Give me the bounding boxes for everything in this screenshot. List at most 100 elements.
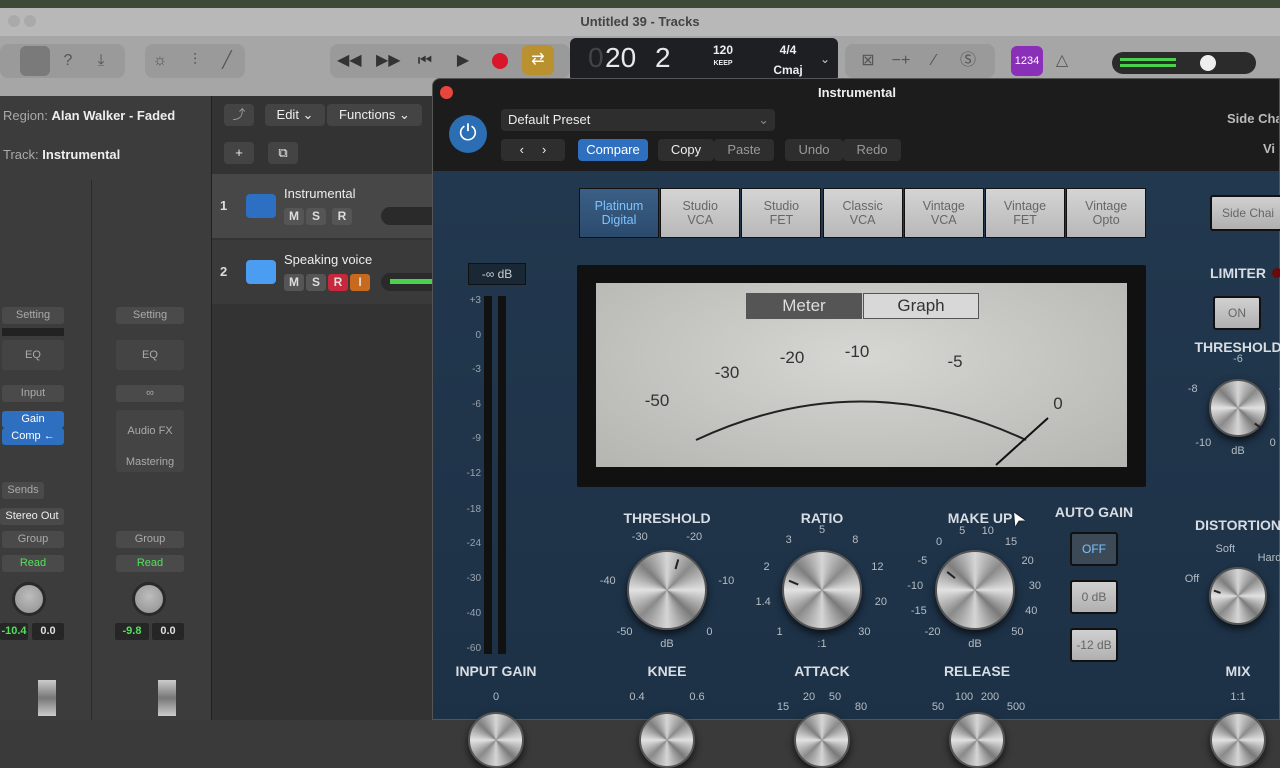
copy-button[interactable]: Copy [658,139,714,161]
mixer-icon[interactable]: ⫶ [183,49,207,73]
track-name[interactable]: Speaking voice [284,252,372,267]
preset-label: Default Preset [508,112,591,127]
model-button[interactable]: Vintage Opto [1066,188,1147,238]
autopunch-icon[interactable]: −+ [889,49,913,73]
strip1-setting-button[interactable]: Setting [2,307,64,324]
strip1-fader[interactable] [38,680,56,716]
undo-button[interactable]: Undo [785,139,843,161]
distortion-knob[interactable] [1209,567,1267,625]
side-chain-button[interactable]: Side Chai [1210,195,1280,231]
side-chain-menu[interactable]: Side Cha [1227,111,1279,126]
strip2-pan-knob[interactable] [132,582,166,616]
track-button-s[interactable]: S [306,208,326,225]
track-button-i[interactable]: I [350,274,370,291]
add-track-button[interactable]: + [224,142,254,164]
strip1-pan-value[interactable]: 0.0 [32,623,64,640]
lim_threshold-pointer [1254,422,1262,429]
knee-knob[interactable] [639,712,695,768]
paste-button[interactable]: Paste [714,139,774,161]
strip1-volume-value[interactable]: -10.4 [0,623,28,640]
strip1-eq[interactable]: EQ [2,340,64,370]
brightness-icon[interactable]: ☼ [148,49,172,73]
track-button-m[interactable]: M [284,208,304,225]
functions-menu[interactable]: Functions ⌄ [327,104,422,126]
release-tick-label: 50 [931,701,945,713]
strip2-eq[interactable]: EQ [116,340,184,370]
strip2-group[interactable]: Group [116,531,184,548]
track-row[interactable] [212,240,432,304]
auto-gain-minus12db-button[interactable]: -12 dB [1070,628,1118,662]
ratio-knob[interactable] [782,550,862,630]
strip2-link-icon[interactable]: ∞ [116,385,184,402]
duplicate-track-button[interactable]: ⧉ [268,142,298,164]
solo-icon[interactable]: Ⓢ [956,49,980,73]
tuner-icon[interactable]: ⁄ [922,49,946,73]
track-button-r[interactable]: R [332,208,352,225]
track-button-s[interactable]: S [306,274,326,291]
strip1-automation[interactable]: Read [2,555,64,572]
pencil-icon[interactable]: ╱ [215,49,239,73]
model-button[interactable]: Platinum Digital [579,188,659,238]
mix-knob[interactable] [1210,712,1266,768]
track-button-r[interactable]: R [328,274,348,291]
model-button[interactable]: Classic VCA [822,188,903,238]
threshold-knob[interactable] [627,550,707,630]
input-scale-label: -3 [472,364,481,375]
distortion-pointer [1213,589,1222,595]
strip2-volume-value[interactable]: -9.8 [115,623,149,640]
release-knob[interactable] [949,712,1005,768]
volume-thumb[interactable] [1200,55,1216,71]
preset-dropdown[interactable]: Default Preset ⌄ [501,109,775,131]
back-up-icon[interactable]: ⤴ [224,104,254,126]
count-in-button[interactable]: 1234 [1011,46,1043,76]
library-button[interactable] [20,46,50,76]
redo-button[interactable]: Redo [843,139,901,161]
metronome-icon[interactable]: △ [1050,49,1074,73]
edit-menu[interactable]: Edit ⌄ [265,104,325,126]
power-button[interactable]: ⏻ [449,115,487,153]
model-button[interactable]: Studio FET [741,188,822,238]
limiter-on-button[interactable]: ON [1213,296,1261,330]
replace-icon[interactable]: ⊠ [856,49,880,73]
strip1-sends[interactable]: Sends [2,482,44,499]
download-icon[interactable]: ⤓ [89,49,113,73]
lim_threshold-knob[interactable] [1209,379,1267,437]
lcd-chevron-icon[interactable]: ⌄ [820,52,830,66]
strip1-input-slot[interactable]: Input [2,385,64,402]
track-volume-slider[interactable] [381,207,432,225]
attack-knob[interactable] [794,712,850,768]
strip1-output[interactable]: Stereo Out [0,508,64,525]
strip2-automation[interactable]: Read [116,555,184,572]
auto-gain-off-button[interactable]: OFF [1070,532,1118,566]
input-scale-label: -40 [466,608,481,619]
strip2-pan-value[interactable]: 0.0 [152,623,184,640]
input_gain-knob[interactable] [468,712,524,768]
compare-button[interactable]: Compare [578,139,648,161]
track-row[interactable] [212,174,432,238]
model-button[interactable]: Vintage VCA [903,188,984,238]
master-volume-slider[interactable] [1112,52,1256,74]
track-name[interactable]: Instrumental [284,186,356,201]
strip2-setting-button[interactable]: Setting [116,307,184,324]
forward-icon[interactable]: ▶▶ [376,49,401,73]
help-icon[interactable]: ? [56,49,80,73]
strip1-pan-knob[interactable] [12,582,46,616]
track-button-m[interactable]: M [284,274,304,291]
model-button[interactable]: Vintage FET [985,188,1065,238]
cycle-button[interactable]: ⇄ [522,45,554,75]
makeup-knob[interactable] [935,550,1015,630]
strip1-group[interactable]: Group [2,531,64,548]
record-button[interactable] [492,53,508,69]
preset-nav[interactable]: ‹ › [501,139,565,161]
strip2-audio-fx[interactable]: Audio FX [116,425,184,437]
view-menu[interactable]: Vi [1263,141,1275,156]
strip1-plugin-gain[interactable]: Gain [2,411,64,428]
model-button[interactable]: Studio VCA [660,188,741,238]
rewind-icon[interactable]: ◀◀ [337,49,362,73]
strip2-mastering[interactable]: Mastering [116,456,184,468]
go-to-start-icon[interactable]: ⏮ [413,49,437,73]
strip2-fader[interactable] [158,680,176,716]
strip1-plugin-comp[interactable]: Comp ← [2,428,64,445]
play-icon[interactable]: ▶ [451,49,475,73]
auto-gain-0db-button[interactable]: 0 dB [1070,580,1118,614]
